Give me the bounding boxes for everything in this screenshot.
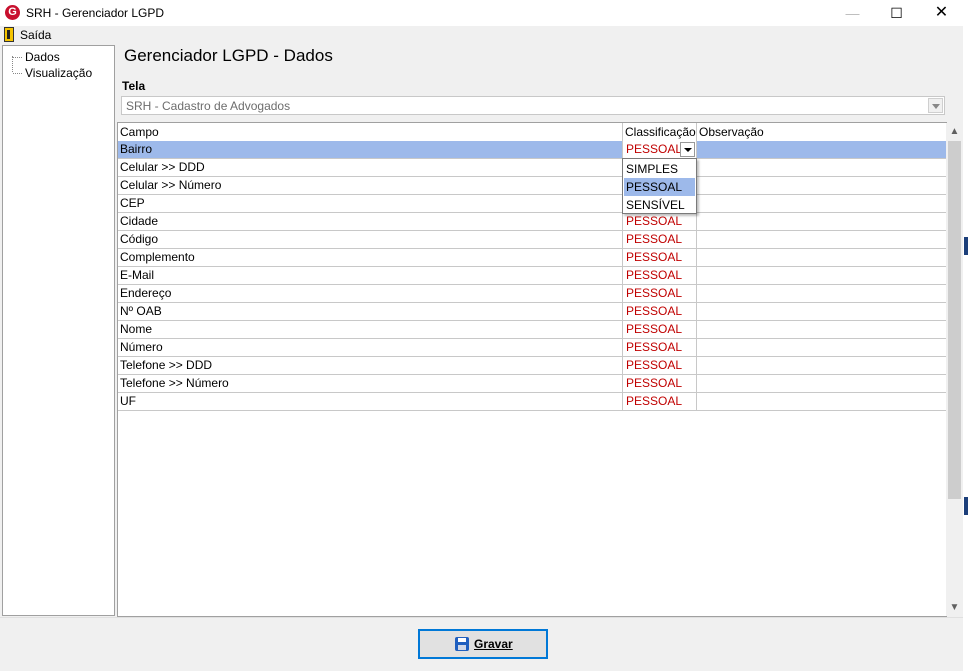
footer-divider — [0, 617, 963, 618]
cell-classificacao[interactable]: PESSOAL — [623, 303, 697, 320]
scroll-down-icon[interactable]: ▼ — [946, 599, 963, 616]
cell-campo: Endereço — [118, 285, 623, 302]
cell-campo: Telefone >> DDD — [118, 357, 623, 374]
cell-campo: Telefone >> Número — [118, 375, 623, 392]
table-row[interactable]: Celular >> Número — [118, 177, 946, 195]
cell-campo: Número — [118, 339, 623, 356]
table-row[interactable]: Telefone >> Número PESSOAL — [118, 375, 946, 393]
page-title: Gerenciador LGPD - Dados — [124, 46, 333, 65]
cell-campo: Celular >> Número — [118, 177, 623, 194]
cell-campo: CEP — [118, 195, 623, 212]
cell-observacao[interactable] — [697, 267, 946, 284]
table-row[interactable]: Bairro PESSOAL — [118, 141, 946, 159]
cell-observacao[interactable] — [697, 339, 946, 356]
cell-observacao[interactable] — [697, 303, 946, 320]
menu-bar: Saída — [0, 26, 968, 44]
table-row[interactable]: UF PESSOAL — [118, 393, 946, 411]
save-button[interactable]: Gravar — [418, 629, 548, 659]
tree-connector — [12, 56, 13, 72]
table-row[interactable]: Nome PESSOAL — [118, 321, 946, 339]
table-row[interactable]: Celular >> DDD — [118, 159, 946, 177]
table-row[interactable]: Complemento PESSOAL — [118, 249, 946, 267]
cell-classificacao[interactable]: PESSOAL — [623, 321, 697, 338]
cell-classificacao[interactable]: PESSOAL — [623, 249, 697, 266]
title-bar: G SRH - Gerenciador LGPD — ☐ ✕ — [0, 0, 968, 27]
tree-item-dados[interactable]: Dados — [13, 50, 60, 64]
cell-observacao[interactable] — [697, 177, 946, 194]
exit-door-icon[interactable] — [4, 27, 14, 42]
tela-select[interactable]: SRH - Cadastro de Advogados — [121, 96, 945, 115]
cell-classificacao[interactable]: PESSOAL — [623, 267, 697, 284]
vertical-scrollbar[interactable]: ▲ ▼ — [946, 123, 963, 616]
cell-classificacao[interactable]: PESSOAL — [623, 393, 697, 410]
cell-observacao[interactable] — [697, 357, 946, 374]
scroll-up-icon[interactable]: ▲ — [946, 123, 963, 140]
cell-observacao[interactable] — [697, 231, 946, 248]
maximize-button[interactable]: ☐ — [874, 0, 919, 26]
column-header-campo[interactable]: Campo — [118, 123, 623, 141]
cell-observacao[interactable] — [697, 393, 946, 410]
column-header-classificacao[interactable]: Classificação — [623, 123, 697, 141]
cell-classificacao[interactable]: PESSOAL — [623, 357, 697, 374]
fields-grid: Campo Classificação Observação Bairro PE… — [117, 122, 947, 617]
minimize-button[interactable]: — — [830, 0, 875, 26]
cell-observacao[interactable] — [697, 249, 946, 266]
cell-observacao[interactable] — [697, 375, 946, 392]
background-window-fragment — [964, 237, 968, 255]
table-row[interactable]: E-Mail PESSOAL — [118, 267, 946, 285]
app-logo-icon: G — [5, 5, 20, 20]
scroll-thumb[interactable] — [948, 141, 961, 499]
floppy-disk-icon — [455, 637, 469, 651]
tree-item-visualizacao[interactable]: Visualização — [12, 66, 92, 80]
table-row[interactable]: Nº OAB PESSOAL — [118, 303, 946, 321]
cell-campo: Código — [118, 231, 623, 248]
navigation-tree: Dados Visualização — [2, 45, 115, 616]
cell-classificacao[interactable]: PESSOAL — [623, 339, 697, 356]
background-window-fragment — [964, 497, 968, 515]
cell-campo: Celular >> DDD — [118, 159, 623, 176]
chevron-down-icon[interactable] — [928, 98, 943, 113]
table-row[interactable]: Endereço PESSOAL — [118, 285, 946, 303]
table-row[interactable]: Código PESSOAL — [118, 231, 946, 249]
cell-campo: Cidade — [118, 213, 623, 230]
cell-campo: UF — [118, 393, 623, 410]
cell-classificacao[interactable]: PESSOAL — [623, 213, 697, 230]
cell-campo: Complemento — [118, 249, 623, 266]
cell-campo: Nome — [118, 321, 623, 338]
option-simples[interactable]: SIMPLES — [624, 160, 695, 178]
menu-item-saida[interactable]: Saída — [20, 28, 51, 42]
grid-header: Campo Classificação Observação — [118, 123, 946, 142]
chevron-down-icon[interactable] — [680, 142, 695, 157]
table-row[interactable]: Telefone >> DDD PESSOAL — [118, 357, 946, 375]
cell-classificacao[interactable]: PESSOAL — [623, 231, 697, 248]
cell-observacao[interactable] — [697, 141, 946, 158]
table-row[interactable]: Cidade PESSOAL — [118, 213, 946, 231]
cell-observacao[interactable] — [697, 285, 946, 302]
close-button[interactable]: ✕ — [919, 0, 964, 26]
column-header-observacao[interactable]: Observação — [697, 123, 946, 141]
window-edge — [963, 26, 968, 671]
tela-select-value: SRH - Cadastro de Advogados — [126, 99, 291, 113]
cell-campo: Bairro — [118, 141, 623, 158]
save-button-label: Gravar — [474, 637, 513, 651]
cell-campo: Nº OAB — [118, 303, 623, 320]
tela-label: Tela — [122, 79, 146, 93]
cell-observacao[interactable] — [697, 321, 946, 338]
cell-observacao[interactable] — [697, 159, 946, 176]
cell-classificacao[interactable]: PESSOAL — [623, 285, 697, 302]
table-row[interactable]: CEP — [118, 195, 946, 213]
cell-classificacao[interactable]: PESSOAL — [623, 375, 697, 392]
cell-observacao[interactable] — [697, 213, 946, 230]
table-row[interactable]: Número PESSOAL — [118, 339, 946, 357]
option-sensivel[interactable]: SENSÍVEL — [624, 196, 695, 214]
cell-campo: E-Mail — [118, 267, 623, 284]
window-title: SRH - Gerenciador LGPD — [26, 6, 165, 20]
classification-dropdown-list[interactable]: SIMPLES PESSOAL SENSÍVEL — [622, 158, 697, 214]
cell-observacao[interactable] — [697, 195, 946, 212]
option-pessoal[interactable]: PESSOAL — [624, 178, 695, 196]
